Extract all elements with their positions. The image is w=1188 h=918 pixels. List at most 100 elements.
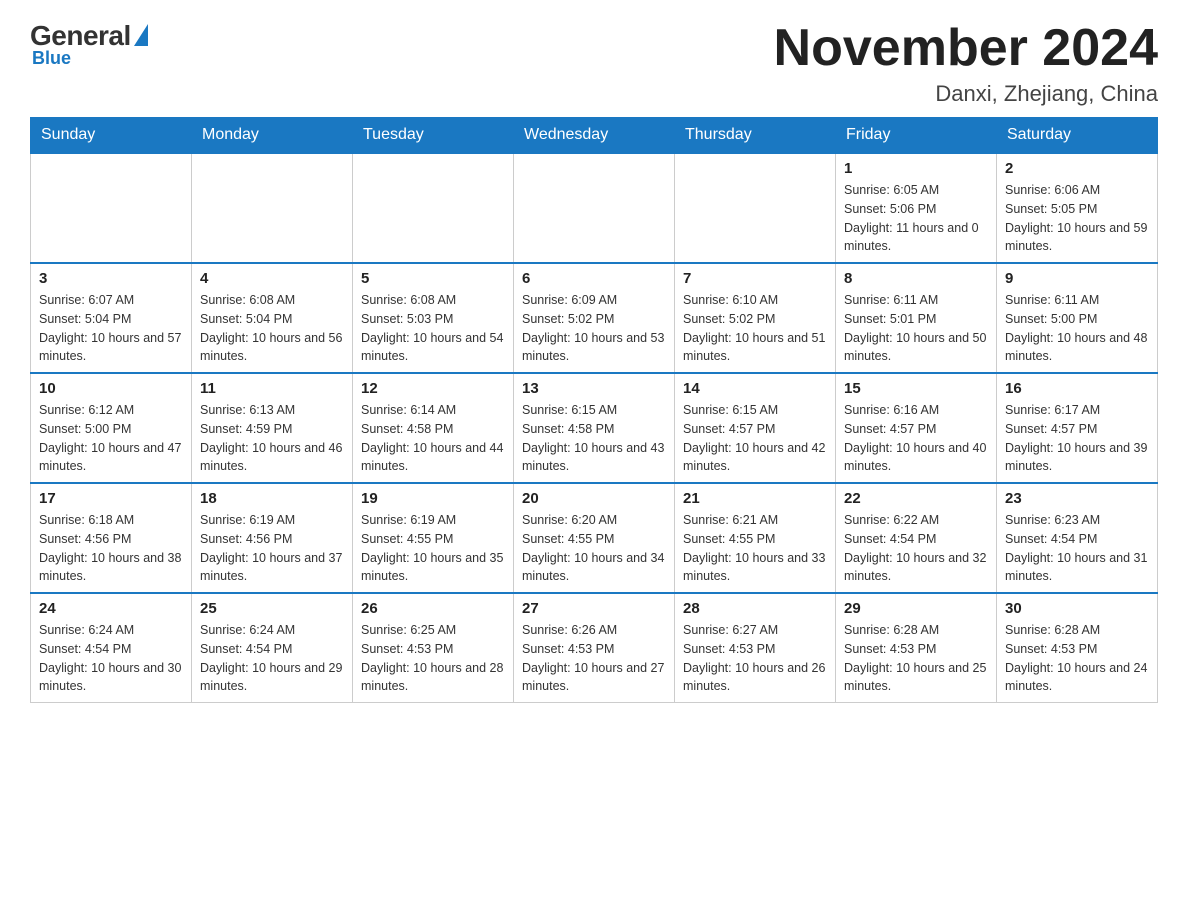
day-info: Sunrise: 6:28 AMSunset: 4:53 PMDaylight:… (844, 621, 988, 696)
day-number: 29 (844, 600, 988, 617)
month-year-title: November 2024 (774, 20, 1158, 77)
calendar-cell: 27 Sunrise: 6:26 AMSunset: 4:53 PMDayligh… (514, 593, 675, 703)
calendar-cell (353, 153, 514, 263)
day-info: Sunrise: 6:08 AMSunset: 5:03 PMDaylight:… (361, 291, 505, 366)
weekday-header-row: SundayMondayTuesdayWednesdayThursdayFrid… (31, 118, 1158, 154)
calendar-cell: 19 Sunrise: 6:19 AMSunset: 4:55 PMDayligh… (353, 483, 514, 593)
day-number: 8 (844, 270, 988, 287)
day-number: 17 (39, 490, 183, 507)
weekday-header-friday: Friday (836, 118, 997, 154)
calendar-cell: 20 Sunrise: 6:20 AMSunset: 4:55 PMDayligh… (514, 483, 675, 593)
calendar-cell: 25 Sunrise: 6:24 AMSunset: 4:54 PMDayligh… (192, 593, 353, 703)
day-info: Sunrise: 6:14 AMSunset: 4:58 PMDaylight:… (361, 401, 505, 476)
day-number: 14 (683, 380, 827, 397)
day-info: Sunrise: 6:25 AMSunset: 4:53 PMDaylight:… (361, 621, 505, 696)
day-number: 11 (200, 380, 344, 397)
calendar-cell: 10Sunrise: 6:12 AMSunset: 5:00 PMDayligh… (31, 373, 192, 483)
calendar-cell: 21Sunrise: 6:21 AMSunset: 4:55 PMDayligh… (675, 483, 836, 593)
calendar-cell (675, 153, 836, 263)
calendar-cell: 3 Sunrise: 6:07 AMSunset: 5:04 PMDaylight… (31, 263, 192, 373)
week-row-3: 10Sunrise: 6:12 AMSunset: 5:00 PMDayligh… (31, 373, 1158, 483)
day-number: 15 (844, 380, 988, 397)
day-number: 27 (522, 600, 666, 617)
calendar-cell: 18Sunrise: 6:19 AMSunset: 4:56 PMDayligh… (192, 483, 353, 593)
location-text: Danxi, Zhejiang, China (774, 81, 1158, 107)
day-info: Sunrise: 6:11 AMSunset: 5:01 PMDaylight:… (844, 291, 988, 366)
logo-triangle-icon (134, 24, 148, 46)
calendar-cell: 5 Sunrise: 6:08 AMSunset: 5:03 PMDaylight… (353, 263, 514, 373)
day-number: 25 (200, 600, 344, 617)
weekday-header-sunday: Sunday (31, 118, 192, 154)
day-info: Sunrise: 6:20 AMSunset: 4:55 PMDaylight:… (522, 511, 666, 586)
day-info: Sunrise: 6:17 AMSunset: 4:57 PMDaylight:… (1005, 401, 1149, 476)
day-info: Sunrise: 6:11 AMSunset: 5:00 PMDaylight:… (1005, 291, 1149, 366)
calendar-cell: 30Sunrise: 6:28 AMSunset: 4:53 PMDayligh… (997, 593, 1158, 703)
day-number: 24 (39, 600, 183, 617)
calendar-cell: 12Sunrise: 6:14 AMSunset: 4:58 PMDayligh… (353, 373, 514, 483)
calendar-cell: 16 Sunrise: 6:17 AMSunset: 4:57 PMDayligh… (997, 373, 1158, 483)
week-row-2: 3 Sunrise: 6:07 AMSunset: 5:04 PMDaylight… (31, 263, 1158, 373)
day-info: Sunrise: 6:09 AMSunset: 5:02 PMDaylight:… (522, 291, 666, 366)
day-info: Sunrise: 6:10 AMSunset: 5:02 PMDaylight:… (683, 291, 827, 366)
day-number: 30 (1005, 600, 1149, 617)
day-info: Sunrise: 6:21 AMSunset: 4:55 PMDaylight:… (683, 511, 827, 586)
weekday-header-monday: Monday (192, 118, 353, 154)
calendar-cell (31, 153, 192, 263)
day-info: Sunrise: 6:24 AMSunset: 4:54 PMDaylight:… (39, 621, 183, 696)
day-number: 9 (1005, 270, 1149, 287)
calendar-cell: 29 Sunrise: 6:28 AMSunset: 4:53 PMDayligh… (836, 593, 997, 703)
day-info: Sunrise: 6:07 AMSunset: 5:04 PMDaylight:… (39, 291, 183, 366)
calendar-cell: 1 Sunrise: 6:05 AMSunset: 5:06 PMDaylight… (836, 153, 997, 263)
day-number: 6 (522, 270, 666, 287)
weekday-header-tuesday: Tuesday (353, 118, 514, 154)
day-info: Sunrise: 6:15 AMSunset: 4:58 PMDaylight:… (522, 401, 666, 476)
title-section: November 2024 Danxi, Zhejiang, China (774, 20, 1158, 107)
day-info: Sunrise: 6:27 AMSunset: 4:53 PMDaylight:… (683, 621, 827, 696)
week-row-1: 1 Sunrise: 6:05 AMSunset: 5:06 PMDaylight… (31, 153, 1158, 263)
day-info: Sunrise: 6:08 AMSunset: 5:04 PMDaylight:… (200, 291, 344, 366)
calendar-cell: 9 Sunrise: 6:11 AMSunset: 5:00 PMDaylight… (997, 263, 1158, 373)
day-number: 26 (361, 600, 505, 617)
calendar-cell: 26 Sunrise: 6:25 AMSunset: 4:53 PMDayligh… (353, 593, 514, 703)
weekday-header-thursday: Thursday (675, 118, 836, 154)
day-number: 20 (522, 490, 666, 507)
day-info: Sunrise: 6:26 AMSunset: 4:53 PMDaylight:… (522, 621, 666, 696)
calendar-cell: 7Sunrise: 6:10 AMSunset: 5:02 PMDaylight… (675, 263, 836, 373)
day-info: Sunrise: 6:18 AMSunset: 4:56 PMDaylight:… (39, 511, 183, 586)
day-number: 22 (844, 490, 988, 507)
week-row-5: 24 Sunrise: 6:24 AMSunset: 4:54 PMDayligh… (31, 593, 1158, 703)
calendar-cell: 17 Sunrise: 6:18 AMSunset: 4:56 PMDayligh… (31, 483, 192, 593)
day-info: Sunrise: 6:13 AMSunset: 4:59 PMDaylight:… (200, 401, 344, 476)
day-number: 1 (844, 160, 988, 177)
day-info: Sunrise: 6:15 AMSunset: 4:57 PMDaylight:… (683, 401, 827, 476)
day-number: 16 (1005, 380, 1149, 397)
calendar-cell: 4Sunrise: 6:08 AMSunset: 5:04 PMDaylight… (192, 263, 353, 373)
calendar-cell: 6 Sunrise: 6:09 AMSunset: 5:02 PMDaylight… (514, 263, 675, 373)
day-info: Sunrise: 6:16 AMSunset: 4:57 PMDaylight:… (844, 401, 988, 476)
calendar-cell: 23Sunrise: 6:23 AMSunset: 4:54 PMDayligh… (997, 483, 1158, 593)
weekday-header-wednesday: Wednesday (514, 118, 675, 154)
logo: General Blue (30, 20, 148, 69)
day-info: Sunrise: 6:22 AMSunset: 4:54 PMDaylight:… (844, 511, 988, 586)
page-header: General Blue November 2024 Danxi, Zhejia… (30, 20, 1158, 107)
calendar-cell: 15 Sunrise: 6:16 AMSunset: 4:57 PMDayligh… (836, 373, 997, 483)
day-number: 13 (522, 380, 666, 397)
day-info: Sunrise: 6:23 AMSunset: 4:54 PMDaylight:… (1005, 511, 1149, 586)
day-info: Sunrise: 6:12 AMSunset: 5:00 PMDaylight:… (39, 401, 183, 476)
calendar-cell: 8 Sunrise: 6:11 AMSunset: 5:01 PMDaylight… (836, 263, 997, 373)
calendar-cell: 22 Sunrise: 6:22 AMSunset: 4:54 PMDayligh… (836, 483, 997, 593)
day-number: 28 (683, 600, 827, 617)
calendar-cell (192, 153, 353, 263)
day-info: Sunrise: 6:19 AMSunset: 4:55 PMDaylight:… (361, 511, 505, 586)
calendar-cell: 24 Sunrise: 6:24 AMSunset: 4:54 PMDayligh… (31, 593, 192, 703)
day-number: 3 (39, 270, 183, 287)
logo-blue-text: Blue (32, 48, 71, 69)
day-info: Sunrise: 6:05 AMSunset: 5:06 PMDaylight:… (844, 181, 988, 256)
calendar-cell: 2Sunrise: 6:06 AMSunset: 5:05 PMDaylight… (997, 153, 1158, 263)
day-info: Sunrise: 6:19 AMSunset: 4:56 PMDaylight:… (200, 511, 344, 586)
day-number: 5 (361, 270, 505, 287)
calendar-cell (514, 153, 675, 263)
week-row-4: 17 Sunrise: 6:18 AMSunset: 4:56 PMDayligh… (31, 483, 1158, 593)
day-number: 19 (361, 490, 505, 507)
day-info: Sunrise: 6:24 AMSunset: 4:54 PMDaylight:… (200, 621, 344, 696)
